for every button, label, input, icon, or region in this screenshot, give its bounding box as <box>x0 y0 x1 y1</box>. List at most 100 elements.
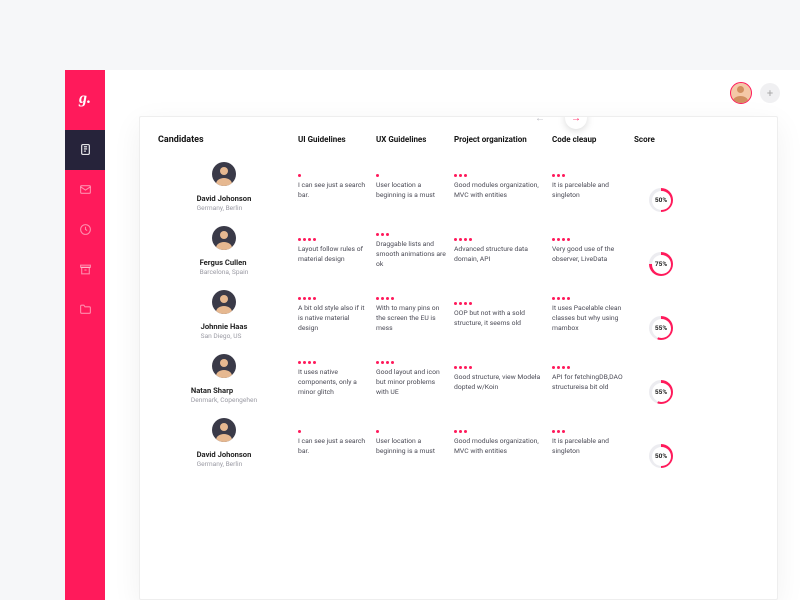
candidate-location: Barcelona, Spain <box>200 268 249 276</box>
criteria-cell-po: OOP but not with a sold structure, it se… <box>454 283 544 347</box>
rating-dots <box>552 297 626 300</box>
score-value: 50% <box>649 188 673 212</box>
criteria-cell-cc: It is parcelable and singleton <box>552 411 626 475</box>
candidate-name: Fergus Cullen <box>200 258 249 267</box>
score-ring: 50% <box>649 444 673 468</box>
candidate-cell[interactable]: Johnnie HaasSan Diego, US <box>158 283 290 347</box>
rating-dots <box>552 238 626 241</box>
rating-dots <box>298 174 368 177</box>
nav-clock[interactable] <box>65 210 105 250</box>
score-ring: 55% <box>649 380 673 404</box>
criteria-cell-ui: It uses native components, only a minor … <box>298 347 368 411</box>
candidate-cell[interactable]: Natan SharpDenmark, Copengehen <box>158 347 290 411</box>
criteria-cell-cc: It is parcelable and singleton <box>552 155 626 219</box>
criteria-note: Good layout and icon but minor problems … <box>376 367 446 398</box>
criteria-cell-ui: Layout follow rules of material design <box>298 219 368 283</box>
rating-dots <box>298 297 368 300</box>
criteria-note: OOP but not with a sold structure, it se… <box>454 308 544 328</box>
mail-icon <box>79 181 92 200</box>
criteria-note: Good modules organization, MVC with enti… <box>454 180 544 200</box>
criteria-cell-po: Good structure, view Modeła dopted w/Koi… <box>454 347 544 411</box>
rating-dots <box>298 238 368 241</box>
candidate-location: San Diego, US <box>201 332 248 340</box>
criteria-note: With to many pins on the screen the EU i… <box>376 303 446 334</box>
score-value: 55% <box>649 380 673 404</box>
candidate-location: Denmark, Copengehen <box>191 396 257 404</box>
column-header-ux: UX Guidelines <box>376 135 446 145</box>
criteria-note: User location a beginning is a must <box>376 436 446 456</box>
criteria-note: It uses native components, only a minor … <box>298 367 368 398</box>
score-ring: 55% <box>649 316 673 340</box>
column-pager: ← → <box>535 116 587 129</box>
candidate-cell[interactable]: David JohonsonGermany, Berlin <box>158 411 290 475</box>
user-avatar-button[interactable] <box>730 82 752 104</box>
rating-dots <box>454 302 544 305</box>
criteria-cell-ui: I can see just a search bar. <box>298 155 368 219</box>
criteria-note: I can see just a search bar. <box>298 436 368 456</box>
score-value: 55% <box>649 316 673 340</box>
criteria-cell-cc: API for fetchingDB,DAO structureisa bit … <box>552 347 626 411</box>
score-ring: 75% <box>649 252 673 276</box>
criteria-note: A bit old style also if it is native mat… <box>298 303 368 334</box>
score-cell: 50% <box>634 155 692 219</box>
criteria-note: User location a beginning is a must <box>376 180 446 200</box>
rating-dots <box>552 430 626 433</box>
rating-dots <box>376 174 446 177</box>
candidates-card: ← → Candidates UI Guidelines UX Guidelines… <box>139 116 778 600</box>
score-cell: 55% <box>634 283 692 347</box>
candidate-avatar <box>212 354 236 378</box>
candidate-avatar <box>212 226 236 250</box>
next-arrow-button[interactable]: → <box>565 116 587 129</box>
nav-tasks[interactable] <box>65 130 105 170</box>
criteria-note: It uses Pacelable clean classes but why … <box>552 303 626 334</box>
column-header-cc: Code cleaup <box>552 135 626 145</box>
criteria-note: Good structure, view Modeła dopted w/Koi… <box>454 372 544 392</box>
rating-dots <box>376 361 446 364</box>
rating-dots <box>376 430 446 433</box>
criteria-cell-ux: Draggable lists and smooth animations ar… <box>376 219 446 283</box>
criteria-cell-cc: Very good use of the observer, LiveData <box>552 219 626 283</box>
criteria-cell-ux: User location a beginning is a must <box>376 155 446 219</box>
prev-arrow-icon[interactable]: ← <box>535 116 545 124</box>
criteria-cell-po: Advanced structure data domain, API <box>454 219 544 283</box>
folder-icon <box>79 301 92 320</box>
candidate-name: Johnnie Haas <box>201 322 248 331</box>
criteria-cell-ui: A bit old style also if it is native mat… <box>298 283 368 347</box>
rating-dots <box>376 297 446 300</box>
criteria-note: Very good use of the observer, LiveData <box>552 244 626 264</box>
criteria-cell-po: Good modules organization, MVC with enti… <box>454 411 544 475</box>
candidate-name: David Johonson <box>197 194 252 203</box>
main-panel: + ← → Candidates UI Guidelines UX Guidelin… <box>105 70 800 600</box>
column-header-ui: UI Guidelines <box>298 135 368 145</box>
candidate-cell[interactable]: Fergus CullenBarcelona, Spain <box>158 219 290 283</box>
column-header-score: Score <box>634 135 692 145</box>
criteria-cell-ux: Good layout and icon but minor problems … <box>376 347 446 411</box>
nav-archive[interactable] <box>65 250 105 290</box>
candidate-name: David Johonson <box>197 450 252 459</box>
score-value: 75% <box>649 252 673 276</box>
score-ring: 50% <box>649 188 673 212</box>
add-user-button[interactable]: + <box>760 83 780 103</box>
criteria-note: API for fetchingDB,DAO structureisa bit … <box>552 372 626 392</box>
column-header-candidate: Candidates <box>158 135 290 145</box>
candidate-location: Germany, Berlin <box>197 204 252 212</box>
candidate-avatar <box>212 418 236 442</box>
archive-icon <box>79 261 92 280</box>
criteria-note: Layout follow rules of material design <box>298 244 368 264</box>
rating-dots <box>454 238 544 241</box>
topbar: + <box>105 70 800 116</box>
clock-icon <box>79 221 92 240</box>
nav-folder[interactable] <box>65 290 105 330</box>
candidate-location: Germany, Berlin <box>197 460 252 468</box>
nav-mail[interactable] <box>65 170 105 210</box>
nav <box>65 130 105 330</box>
candidates-table: Candidates UI Guidelines UX Guidelines Proj… <box>140 117 777 485</box>
criteria-cell-po: Good modules organization, MVC with enti… <box>454 155 544 219</box>
criteria-note: Advanced structure data domain, API <box>454 244 544 264</box>
rating-dots <box>454 366 544 369</box>
score-cell: 75% <box>634 219 692 283</box>
rating-dots <box>552 174 626 177</box>
candidate-avatar <box>212 290 236 314</box>
candidate-cell[interactable]: David JohonsonGermany, Berlin <box>158 155 290 219</box>
column-header-po: Project organization <box>454 135 544 145</box>
